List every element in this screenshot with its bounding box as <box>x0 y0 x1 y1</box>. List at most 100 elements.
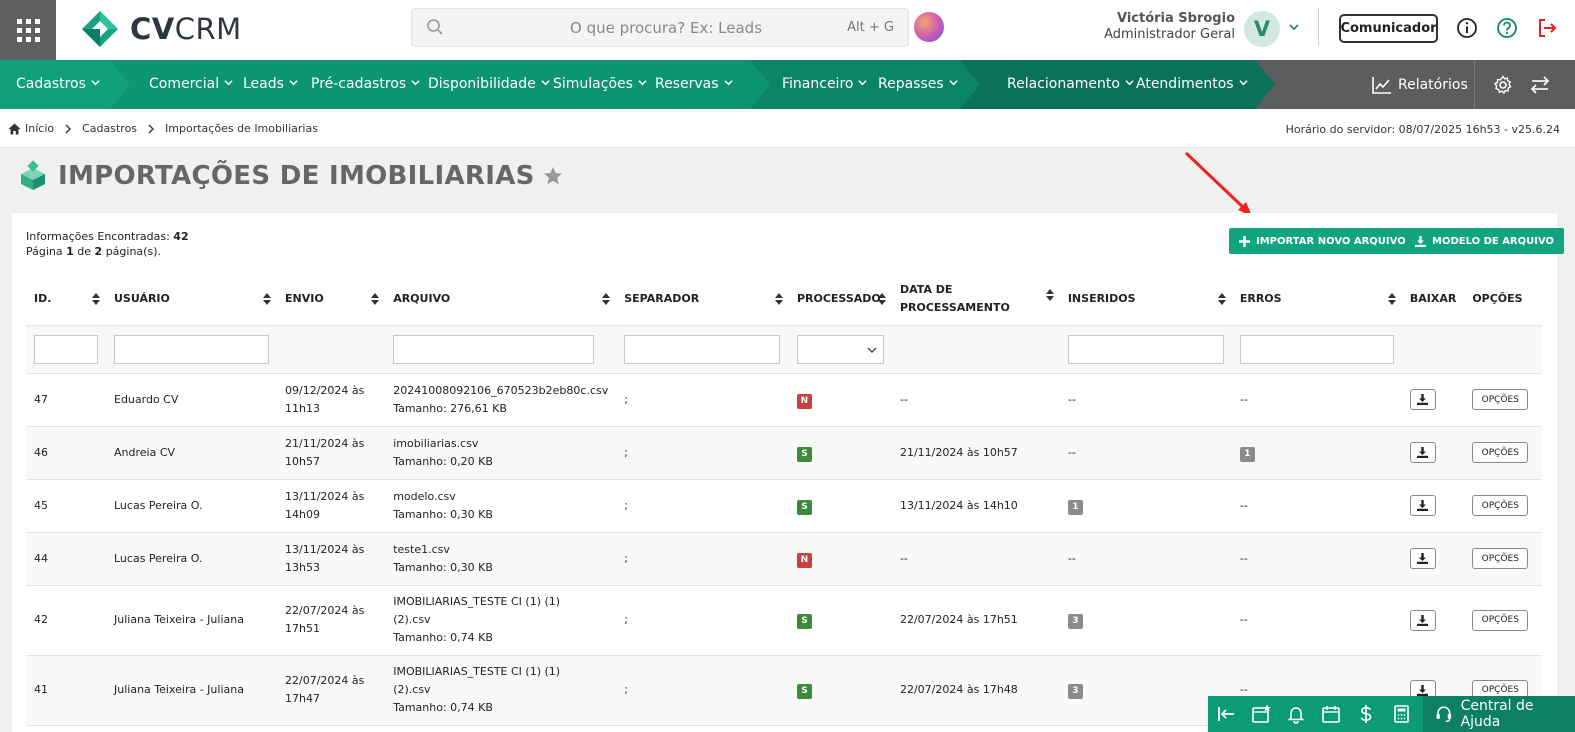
col-arquivo[interactable]: ARQUIVO <box>385 273 617 326</box>
nav-leads[interactable]: Leads <box>243 76 298 92</box>
download-button[interactable] <box>1409 495 1436 516</box>
help-center-button[interactable]: Central de Ajuda <box>1423 696 1575 732</box>
header-divider <box>1318 8 1319 46</box>
col-inseridos[interactable]: INSERIDOS <box>1059 273 1232 326</box>
chevron-down-icon[interactable] <box>1287 20 1301 34</box>
table-row: 47 Eduardo CV 09/12/2024 às 11h13 2024100… <box>26 373 1542 427</box>
count-badge: 1 <box>1239 446 1255 462</box>
ai-assistant-orb-icon[interactable] <box>914 12 944 42</box>
filter-id-input[interactable] <box>34 334 98 364</box>
cell-envio: 09/12/2024 às 11h13 <box>277 373 386 427</box>
info-icon[interactable] <box>1456 17 1478 39</box>
table-row: 42 Juliana Teixeira - Juliana 22/07/2024… <box>26 585 1542 656</box>
user-info[interactable]: Victória Sbrogio Administrador Geral <box>1104 11 1235 42</box>
global-search[interactable]: O que procura? Ex: Leads Alt + G <box>411 8 909 47</box>
top-header: CVCRM O que procura? Ex: Leads Alt + G V… <box>0 0 1575 60</box>
nav-atendimentos[interactable]: Atendimentos <box>1136 76 1248 92</box>
headset-icon <box>1436 706 1452 723</box>
options-button[interactable]: OPÇÕES <box>1472 442 1529 463</box>
gear-icon[interactable] <box>1493 75 1513 95</box>
cell-erros: -- <box>1231 373 1402 427</box>
filter-arquivo-input[interactable] <box>393 334 595 364</box>
options-button[interactable]: OPÇÕES <box>1472 548 1529 569</box>
col-data-processamento[interactable]: DATA DE PROCESSAMENTO <box>891 273 1060 326</box>
cell-processado: N <box>788 373 892 427</box>
home-icon[interactable] <box>8 123 21 135</box>
col-envio[interactable]: ENVIO <box>277 273 386 326</box>
chevron-down-icon <box>1125 80 1134 86</box>
search-shortcut-hint: Alt + G <box>847 20 894 35</box>
col-erros[interactable]: ERROS <box>1231 273 1402 326</box>
bell-icon[interactable] <box>1286 704 1306 724</box>
favorite-star-icon[interactable] <box>543 166 563 186</box>
cell-erros: -- <box>1231 585 1402 656</box>
avatar[interactable]: V <box>1244 11 1280 47</box>
filter-usuario-input[interactable] <box>114 334 269 364</box>
download-button[interactable] <box>1409 548 1436 569</box>
filter-erros-input[interactable] <box>1239 334 1394 364</box>
nav-relatorios[interactable]: Relatórios <box>1372 76 1468 94</box>
nav-simulacoes[interactable]: Simulações <box>553 76 647 92</box>
download-icon <box>1417 394 1429 405</box>
cell-opcoes: OPÇÕES <box>1464 479 1542 533</box>
logo[interactable]: CVCRM <box>80 8 242 50</box>
breadcrumb-bar: Início Cadastros Importações de Imobilia… <box>0 109 1575 148</box>
filter-processado-select[interactable] <box>796 334 884 364</box>
download-button[interactable] <box>1409 609 1436 631</box>
options-button[interactable]: OPÇÕES <box>1472 495 1529 516</box>
filter-separador-input[interactable] <box>624 334 781 364</box>
col-id[interactable]: ID. <box>26 273 106 326</box>
comunicador-button[interactable]: Comunicador <box>1339 14 1438 43</box>
cell-inseridos: 3 <box>1059 655 1232 726</box>
file-template-button[interactable]: MODELO DE ARQUIVO <box>1405 228 1565 254</box>
status-badge: N <box>796 552 812 568</box>
breadcrumb-home[interactable]: Início <box>25 122 54 135</box>
options-button[interactable]: OPÇÕES <box>1472 389 1529 410</box>
swap-arrows-icon[interactable] <box>1530 75 1550 95</box>
chevron-down-icon <box>224 80 233 86</box>
page-title: IMPORTAÇÕES DE IMOBILIARIAS <box>58 161 535 191</box>
nav-repasses[interactable]: Repasses <box>878 76 958 92</box>
help-icon[interactable] <box>1496 17 1518 39</box>
download-button[interactable] <box>1409 442 1436 463</box>
cell-processado: S <box>788 426 892 480</box>
sort-icon <box>877 292 886 305</box>
nav-comercial[interactable]: Comercial <box>149 76 233 92</box>
nav-cadastros[interactable]: Cadastros <box>16 76 100 92</box>
download-button[interactable] <box>1409 389 1436 410</box>
nav-disponibilidade[interactable]: Disponibilidade <box>428 76 550 92</box>
nav-relacionamento[interactable]: Relacionamento <box>1007 76 1134 92</box>
chevron-down-icon <box>638 80 647 86</box>
nav-pre-cadastros[interactable]: Pré-cadastros <box>311 76 420 92</box>
cell-inseridos: -- <box>1059 426 1232 480</box>
table-row: 46 Andreia CV 21/11/2024 às 10h57 imobili… <box>26 426 1542 480</box>
results-info: Informações Encontradas: 42 Página 1 de … <box>26 230 189 258</box>
filter-inseridos-input[interactable] <box>1067 334 1224 364</box>
cell-erros: 1 <box>1231 426 1402 480</box>
download-icon <box>1415 235 1426 247</box>
cell-inseridos: -- <box>1059 532 1232 586</box>
col-usuario[interactable]: USUÁRIO <box>106 273 277 326</box>
import-new-file-button[interactable]: IMPORTAR NOVO ARQUIVO <box>1229 228 1416 254</box>
cell-inseridos: 1 <box>1059 479 1232 533</box>
collapse-left-icon[interactable] <box>1216 704 1236 724</box>
logout-icon[interactable] <box>1536 17 1558 39</box>
options-button[interactable]: OPÇÕES <box>1472 609 1529 631</box>
cell-usuario: Juliana Teixeira - Juliana <box>106 585 277 656</box>
cell-id: 45 <box>26 479 106 533</box>
cell-baixar <box>1401 532 1465 586</box>
search-placeholder: O que procura? Ex: Leads <box>570 19 763 37</box>
cell-inseridos: -- <box>1059 373 1232 427</box>
dollar-icon[interactable] <box>1356 704 1376 724</box>
col-separador[interactable]: SEPARADOR <box>616 273 789 326</box>
nav-reservas[interactable]: Reservas <box>655 76 733 92</box>
apps-menu-button[interactable] <box>0 0 56 60</box>
calendar-star-icon[interactable] <box>1251 704 1271 724</box>
calculator-icon[interactable] <box>1391 704 1411 724</box>
chevron-down-icon <box>91 80 100 86</box>
calendar-icon[interactable] <box>1321 704 1341 724</box>
nav-financeiro[interactable]: Financeiro <box>782 76 868 92</box>
col-processado[interactable]: PROCESSADO <box>788 273 892 326</box>
status-badge: S <box>796 446 812 462</box>
breadcrumb-cadastros[interactable]: Cadastros <box>82 122 137 135</box>
